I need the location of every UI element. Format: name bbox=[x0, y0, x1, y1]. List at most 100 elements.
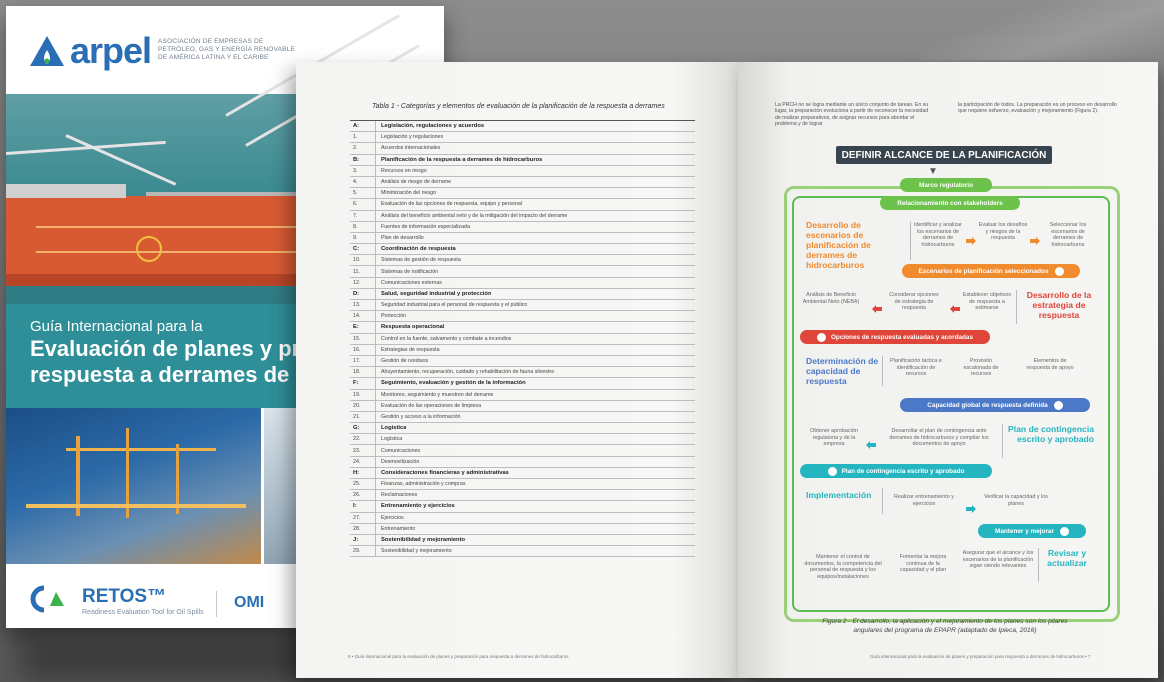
row-text: Salud, seguridad industrial y protección bbox=[381, 290, 492, 297]
retos-subtitle: Readiness Evaluation Tool for Oil Spills bbox=[82, 609, 204, 616]
row-id: 23. bbox=[350, 445, 376, 456]
omi-logo: OMI bbox=[234, 594, 265, 611]
text-analisis-neba: Análisis de Beneficio Ambiental Neto (NE… bbox=[802, 292, 860, 305]
row-id: C: bbox=[350, 244, 376, 255]
table-row: 28. Entrenamiento bbox=[350, 523, 695, 535]
row-id: 1. bbox=[350, 132, 376, 143]
row-id: H: bbox=[350, 467, 376, 478]
table-row: 15. Control en la fuente, salvamento y co… bbox=[350, 333, 695, 345]
table-row: 10. Sistemas de gestión de respuesta bbox=[350, 255, 695, 267]
row-text: Sostenibilidad y mejoramiento bbox=[381, 548, 452, 555]
arrow-left-icon bbox=[872, 300, 882, 313]
row-id: 22. bbox=[350, 434, 376, 445]
row-text: Monitoreo, seguimiento y muestreo del de… bbox=[381, 391, 494, 398]
row-text: Entrenamiento bbox=[381, 525, 416, 532]
text-seleccionar: Seleccionar los escenarios de derrames d… bbox=[1049, 222, 1087, 248]
cover-photo-refinery bbox=[6, 408, 261, 564]
row-text: Ejercicios bbox=[381, 514, 404, 521]
row-text: Desmovilización bbox=[381, 458, 420, 465]
row-id: J: bbox=[350, 534, 376, 546]
row-text: Sistemas de gestión de respuesta bbox=[381, 257, 461, 264]
table-row: 9. Plan de desarrollo bbox=[350, 232, 695, 245]
row-text: Planificación de la respuesta a derrames… bbox=[381, 156, 543, 163]
row-id: 6. bbox=[350, 199, 376, 210]
cover-subtitle: Guía Internacional para la bbox=[30, 318, 203, 335]
step-capacidad-respuesta: Determinación de capacidad de respuesta bbox=[806, 356, 879, 386]
table-section-row: E: Respuesta operacional bbox=[350, 322, 695, 334]
pill-capacidad-global: Capacidad global de respuesta definida bbox=[900, 398, 1090, 412]
row-text: Evaluación de las operaciones de limpiez… bbox=[381, 402, 482, 409]
row-text: Gestión y acceso a la información bbox=[381, 413, 461, 420]
text-elementos: Elementos de respuesta de apoyo bbox=[1026, 358, 1074, 371]
text-identificar: Identificar y analizar los escenarios de… bbox=[914, 222, 962, 248]
text-planificacion-tactica: Planificación táctica e identificación d… bbox=[890, 358, 942, 378]
row-text: Protección bbox=[381, 313, 407, 320]
row-text: Seguridad industrial para el personal de… bbox=[381, 302, 528, 309]
pill-escenarios-seleccionados: Escenarios de planificación seleccionado… bbox=[902, 264, 1080, 278]
table-row: 29. Sostenibilidad y mejoramiento bbox=[350, 546, 695, 558]
table-section-row: J: Sostenibilidad y mejoramiento bbox=[350, 534, 695, 547]
table-row: 3. Recursos en riesgo bbox=[350, 165, 695, 177]
paragraph-right: la participación de todos. La preparació… bbox=[958, 102, 1117, 115]
text-asegurar-alcance: Asegurar que el alcance y los escenarios… bbox=[962, 550, 1034, 570]
row-id: 17. bbox=[350, 355, 376, 367]
arrow-right-icon bbox=[966, 500, 976, 513]
table-row: 13. Seguridad industrial para el personal… bbox=[350, 300, 695, 312]
row-text: Coordinación de respuesta bbox=[381, 246, 456, 253]
figure-caption: Figura 2 - El desarrollo, la aplicación … bbox=[822, 618, 1068, 634]
table-row: 18. Ahuyentamiento, recuperación, cuidado… bbox=[350, 367, 695, 379]
table-row: 16. Estrategias de respuesta bbox=[350, 344, 695, 356]
row-id: 29. bbox=[350, 546, 376, 557]
pill-plan-contingencia: Plan de contingencia escrito y aprobado bbox=[800, 464, 992, 478]
row-id: 14. bbox=[350, 311, 376, 322]
arpel-logo: arpel bbox=[28, 30, 152, 72]
text-considerar: Considerar opciones de estrategia de res… bbox=[889, 292, 939, 312]
down-arrow-icon: ▼ bbox=[928, 166, 938, 177]
row-id: 18. bbox=[350, 367, 376, 378]
row-text: Entrenamiento y ejercicios bbox=[381, 503, 455, 510]
table-row: 11. Sistemas de notificación bbox=[350, 266, 695, 278]
logo-description: ASOCIACIÓN DE EMPRESAS DE PETRÓLEO, GAS … bbox=[158, 38, 296, 61]
table-row: 14. Protección bbox=[350, 311, 695, 323]
cover-title: Evaluación de planes y prep respuesta a … bbox=[30, 336, 326, 388]
row-text: Logística bbox=[381, 436, 403, 443]
table-row: 17. Gestión de residuos bbox=[350, 355, 695, 368]
row-id: A: bbox=[350, 121, 376, 132]
step-estrategia-respuesta: Desarrollo de la estrategia de respuesta bbox=[1026, 290, 1092, 320]
row-text: Legislación y regulaciones bbox=[381, 134, 444, 141]
arrow-right-icon bbox=[1030, 232, 1040, 245]
arrow-right-icon bbox=[966, 232, 976, 245]
light-reflection bbox=[920, 0, 1164, 60]
row-text: Finanzas, administración y compras bbox=[381, 481, 466, 488]
row-text: Sostenibilidad y mejoramiento bbox=[381, 537, 466, 544]
row-id: B: bbox=[350, 154, 376, 165]
text-evaluar: Evaluar los desafíos y riesgos de la res… bbox=[978, 222, 1028, 242]
diagram-title: DEFINIR ALCANCE DE LA PLANIFICACIÓN bbox=[836, 146, 1052, 164]
row-id: 5. bbox=[350, 188, 376, 199]
row-text: Control en la fuente, salvamento y comba… bbox=[381, 335, 512, 342]
row-id: 13. bbox=[350, 300, 376, 311]
footer-divider bbox=[216, 591, 217, 617]
retos-logo-icon bbox=[30, 584, 74, 621]
table-row: 7. Análisis del beneficio ambiental neto … bbox=[350, 210, 695, 222]
step-revisar-actualizar: Revisar y actualizar bbox=[1047, 548, 1087, 568]
table-section-row: F: Seguimiento, evaluación y gestión de l… bbox=[350, 378, 695, 390]
arpel-logo-icon bbox=[28, 34, 66, 68]
step-desarrollo-escenarios: Desarrollo de escenarios de planificació… bbox=[806, 220, 871, 270]
row-id: 21. bbox=[350, 411, 376, 423]
table-row: 24. Desmovilización bbox=[350, 456, 695, 468]
row-text: Logística bbox=[381, 425, 407, 432]
step-implementacion: Implementación bbox=[806, 490, 872, 500]
tanker-hull bbox=[6, 196, 336, 286]
row-id: 27. bbox=[350, 512, 376, 523]
row-text: Legislación, regulaciones y acuerdos bbox=[381, 123, 485, 130]
left-page-footer: 8 • Guía internacional para la evaluació… bbox=[348, 654, 569, 659]
row-id: 12. bbox=[350, 277, 376, 288]
row-id: G: bbox=[350, 423, 376, 434]
row-id: D: bbox=[350, 288, 376, 299]
table-row: 12. Comunicaciones externas bbox=[350, 277, 695, 289]
table-row: 23. Comunicaciones bbox=[350, 445, 695, 457]
table-row: 19. Monitoreo, seguimiento y muestreo del… bbox=[350, 389, 695, 401]
text-provision: Provisión escalonada de recursos bbox=[963, 358, 999, 378]
table-section-row: G: Logística bbox=[350, 423, 695, 435]
